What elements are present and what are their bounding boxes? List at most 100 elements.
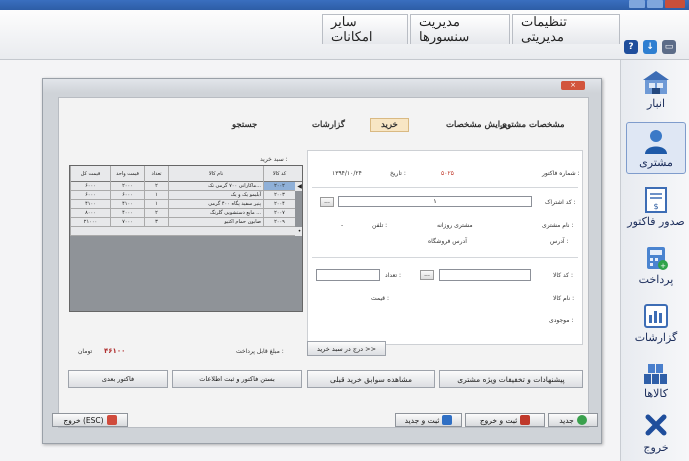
header-code: کد کالا [263,166,295,182]
cell-name: پنیر سفید پگاه ۴۰۰ گرمی [168,200,263,209]
invoice-no-label: شماره فاکتور : [542,170,580,177]
quantity-input[interactable] [316,269,380,281]
next-invoice-button[interactable]: فاکتور بعدی [68,370,168,388]
help-icon[interactable]: ? [624,40,638,54]
purchase-form [307,150,583,345]
invoice-icon: $ [645,187,667,213]
tab-sensor-management[interactable]: مدیریت سنسورها [410,14,510,45]
customer-name-label: نام مشتری : [542,222,574,229]
subscription-browse-button[interactable]: ... [320,197,334,207]
sidebar-item-label: گزارشات [634,331,678,344]
subscription-input[interactable]: ۱ [338,196,532,207]
cell-code: ۲۰۰۲ [263,182,295,191]
close-invoice-button[interactable]: بستن فاکتور و ثبت اطلاعات [172,370,302,388]
cell-name: ماکارانی ۷۰۰ گرمی تک... [168,182,263,191]
close-window-button[interactable] [665,0,685,8]
table-row[interactable]: ۶۰۰۰ ۲۰۰۰ ۲ ماکارانی ۷۰۰ گرمی تک... ۲۰۰۲… [70,182,302,191]
cell-unit-price: ۷۰۰۰ [110,218,144,227]
payable-label: مبلغ قابل پرداخت : [236,348,284,355]
tab-admin-settings[interactable]: تنظیمات مدیریتی [512,14,620,45]
customer-icon [645,130,667,154]
minimize-button[interactable] [629,0,645,8]
add-to-cart-button[interactable]: درج در سبد خرید >> [307,341,386,356]
header-qty: تعداد [144,166,168,182]
cell-total: ۶۰۰۰ [70,191,110,200]
address-label: آدرس : [550,238,569,245]
cell-total: ۲۱۰۰۰ [70,218,110,227]
address-value: آدرس فروشگاه [428,238,467,245]
window-titlebar [0,0,689,10]
sidebar-item-reports[interactable]: گزارشات [626,298,686,350]
phone-label: تلفن : [372,222,388,229]
divider [312,257,578,258]
save-exit-button[interactable]: ثبت و خروج [465,413,545,427]
cell-name: مایع دستشویی گلرنگ ... [168,209,263,218]
new-button-label: جدید [559,415,574,425]
phone-value: - [341,222,344,229]
divider [312,187,578,188]
save-exit-icon [520,415,531,425]
sidebar-item-goods[interactable]: کالاها [626,354,686,406]
sidebar-item-exit[interactable]: خروج [626,408,686,460]
print-icon[interactable]: ▭ [662,40,676,54]
maximize-button[interactable] [647,0,663,8]
cell-name: صابون حمام اکتیو [168,218,263,227]
currency-label: تومان [78,348,93,355]
tab-other-features[interactable]: سایر امکانات [322,14,408,45]
save-new-icon [442,415,453,425]
cell-qty: ۱ [144,191,168,200]
cell-qty: ۳ [144,218,168,227]
cell-total: ۴۱۰۰ [70,200,110,209]
sidebar-item-invoice[interactable]: $ صدور فاکتور [626,182,686,234]
table-new-row[interactable]: • [70,227,302,236]
exit-esc-button[interactable]: خروج (ESC) [52,413,128,427]
tab-edit-details[interactable]: ویرایش مشخصات [446,120,511,130]
table-row[interactable]: ۴۱۰۰ ۴۱۰۰ ۱ پنیر سفید پگاه ۴۰۰ گرمی ۲۰۰۴ [70,200,302,209]
sidebar-item-payment[interactable]: + پرداخت [626,240,686,292]
date-value: ۱۳۹۴/۱۰/۲۴ [332,170,362,177]
tab-reports[interactable]: گزارشات [312,120,345,130]
download-icon[interactable]: ↓ [643,40,657,54]
tab-purchase[interactable]: خرید [370,118,409,132]
purchase-history-button[interactable]: مشاهده سوابق خرید قبلی [307,370,435,388]
save-new-button[interactable]: ثبت و جدید [395,413,462,427]
empty-cell [70,227,295,236]
cart-label: سبد خرید : [260,156,288,163]
product-name-label: نام کالا : [553,295,575,302]
header-total: قیمت کل [70,166,110,182]
table-row[interactable]: ۸۰۰۰ ۴۰۰۰ ۲ مایع دستشویی گلرنگ ... ۲۰۰۷ [70,209,302,218]
cell-unit-price: ۶۰۰۰ [110,191,144,200]
quick-toolbar: ? ↓ ▭ [624,40,676,54]
stock-label: موجودی : [549,317,574,324]
svg-text:$: $ [653,202,658,211]
sidebar-item-label: صدور فاکتور [627,215,685,228]
special-offers-button[interactable]: پیشنهادات و تخفیفات ویژه مشتری [439,370,583,388]
product-browse-button[interactable]: ... [420,270,434,280]
new-button[interactable]: جدید [548,413,598,427]
exit-door-icon [106,415,117,425]
product-code-input[interactable] [439,269,531,281]
payable-value: ۴۶۱۰۰ [104,347,126,355]
dialog-close-button[interactable]: × [561,81,585,90]
sidebar-item-customer[interactable]: مشتری [626,122,686,174]
svg-text:+: + [660,262,666,270]
payment-icon: + [647,247,668,270]
sidebar-item-warehouse[interactable]: انبار [626,64,686,116]
warehouse-icon [643,71,669,94]
header-name: نام کالا [168,166,263,182]
save-new-label: ثبت و جدید [404,415,440,425]
table-row[interactable]: ۲۱۰۰۰ ۷۰۰۰ ۳ صابون حمام اکتیو ۲۰۰۹ [70,218,302,227]
cart-table-header: قیمت کل قیمت واحد تعداد نام کالا کد کالا [70,166,302,182]
reports-icon [644,304,668,328]
tab-search[interactable]: جستجو [232,120,257,130]
customer-name-value: مشتری روزانه [437,222,473,229]
sidebar-item-label: کالاها [643,387,668,400]
date-label: تاریخ : [390,170,406,177]
table-row[interactable]: ۶۰۰۰ ۶۰۰۰ ۱ آبلیمو یک و یک ۲۰۰۳ [70,191,302,200]
cell-code: ۲۰۰۳ [263,191,295,200]
cell-qty: ۲ [144,209,168,218]
exit-esc-label: خروج (ESC) [63,415,104,425]
cell-total: ۶۰۰۰ [70,182,110,191]
cell-unit-price: ۴۰۰۰ [110,209,144,218]
price-label: قیمت : [371,295,389,302]
